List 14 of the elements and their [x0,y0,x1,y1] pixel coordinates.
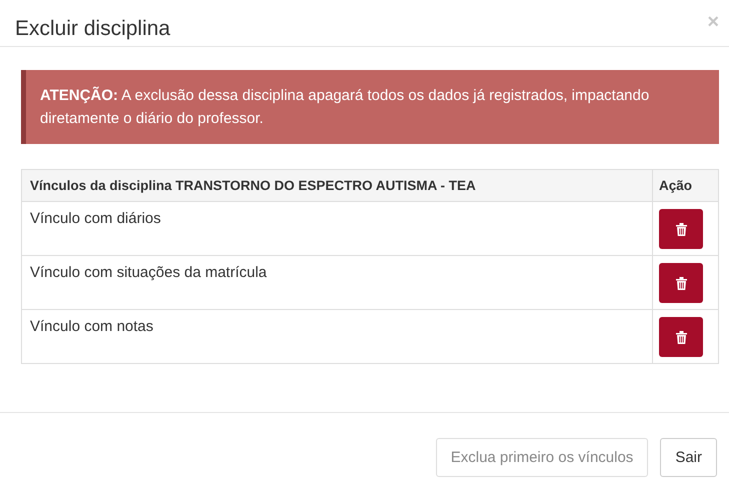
footer-button[interactable]: Sair [660,438,717,477]
table-cell: Vínculo com notas [22,310,652,364]
trash-icon [676,330,686,344]
delete-button[interactable] [659,263,703,303]
trash-icon [676,276,686,290]
table-cell: Vínculo com situações da matrícula [22,256,652,310]
column-header: Ação [652,170,718,202]
warning-alert: ATENÇÃO: A exclusão dessa disciplina apagará todos os dados já registrados, impactando diretamente o diário do professor. [21,70,719,144]
trash-icon [676,222,686,236]
delete-button[interactable] [659,209,703,249]
column-header: Vínculos da disciplina TRANSTORNO DO ESPECTRO AUTISMA - TEA [22,170,652,202]
dialog-title: Excluir disciplina [15,16,170,41]
table-cell: Vínculo com diários [22,202,652,256]
delete-button[interactable] [659,317,703,357]
